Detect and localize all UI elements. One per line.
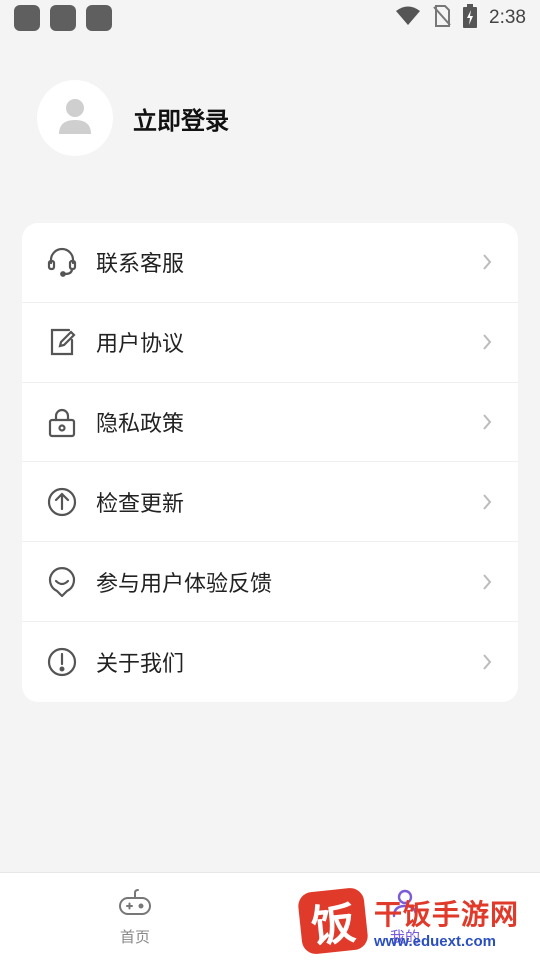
avatar[interactable] (37, 80, 113, 156)
tab-home-label: 首页 (119, 927, 150, 946)
watermark-text: 干饭手游网 www.eduext.com (374, 893, 519, 950)
document-edit-icon (46, 326, 78, 358)
settings-menu: 联系客服 用户协议 隐私政策 检查更新 参与用户体验反馈 关于我们 (22, 223, 518, 702)
gamepad-icon (118, 888, 152, 922)
status-bar: 2:38 (0, 0, 540, 36)
arrow-up-circle-icon (46, 486, 78, 518)
menu-item-label: 用户协议 (96, 332, 185, 358)
menu-item-user-agreement[interactable]: 用户协议 (22, 303, 518, 383)
chevron-right-icon (480, 252, 494, 272)
chevron-right-icon (480, 412, 494, 432)
user-icon (58, 97, 92, 139)
menu-item-label: 关于我们 (96, 651, 185, 677)
login-link[interactable]: 立即登录 (133, 101, 229, 136)
no-sim-icon (433, 5, 451, 31)
notification-icons (14, 5, 112, 31)
feedback-smile-icon (46, 566, 78, 598)
info-exclamation-icon (46, 646, 78, 678)
menu-item-label: 参与用户体验反馈 (96, 571, 273, 597)
site-watermark: 饭 干饭手游网 www.eduext.com (296, 886, 540, 956)
menu-item-check-update[interactable]: 检查更新 (22, 462, 518, 543)
system-indicators: 2:38 (395, 4, 526, 32)
menu-item-about-us[interactable]: 关于我们 (22, 622, 518, 702)
watermark-url: www.eduext.com (374, 932, 496, 950)
headset-icon (46, 246, 78, 278)
menu-item-label: 联系客服 (96, 252, 185, 278)
menu-item-contact-support[interactable]: 联系客服 (22, 223, 518, 303)
app-square-icon (50, 5, 76, 31)
tab-home[interactable]: 首页 (0, 873, 270, 960)
menu-item-privacy-policy[interactable]: 隐私政策 (22, 383, 518, 463)
clock: 2:38 (489, 7, 526, 28)
chevron-right-icon (480, 492, 494, 512)
chevron-right-icon (480, 332, 494, 352)
chevron-right-icon (480, 572, 494, 592)
battery-charging-icon (463, 4, 478, 32)
app-square-icon (86, 5, 112, 31)
login-header[interactable]: 立即登录 (37, 80, 229, 156)
watermark-title: 干饭手游网 (374, 897, 520, 931)
menu-item-feedback[interactable]: 参与用户体验反馈 (22, 542, 518, 622)
lock-icon (46, 406, 78, 438)
wifi-icon (395, 6, 421, 30)
chevron-right-icon (480, 652, 494, 672)
app-square-icon (14, 5, 40, 31)
watermark-logo: 饭 (296, 886, 370, 956)
menu-item-label: 检查更新 (96, 491, 185, 517)
menu-item-label: 隐私政策 (96, 411, 185, 437)
